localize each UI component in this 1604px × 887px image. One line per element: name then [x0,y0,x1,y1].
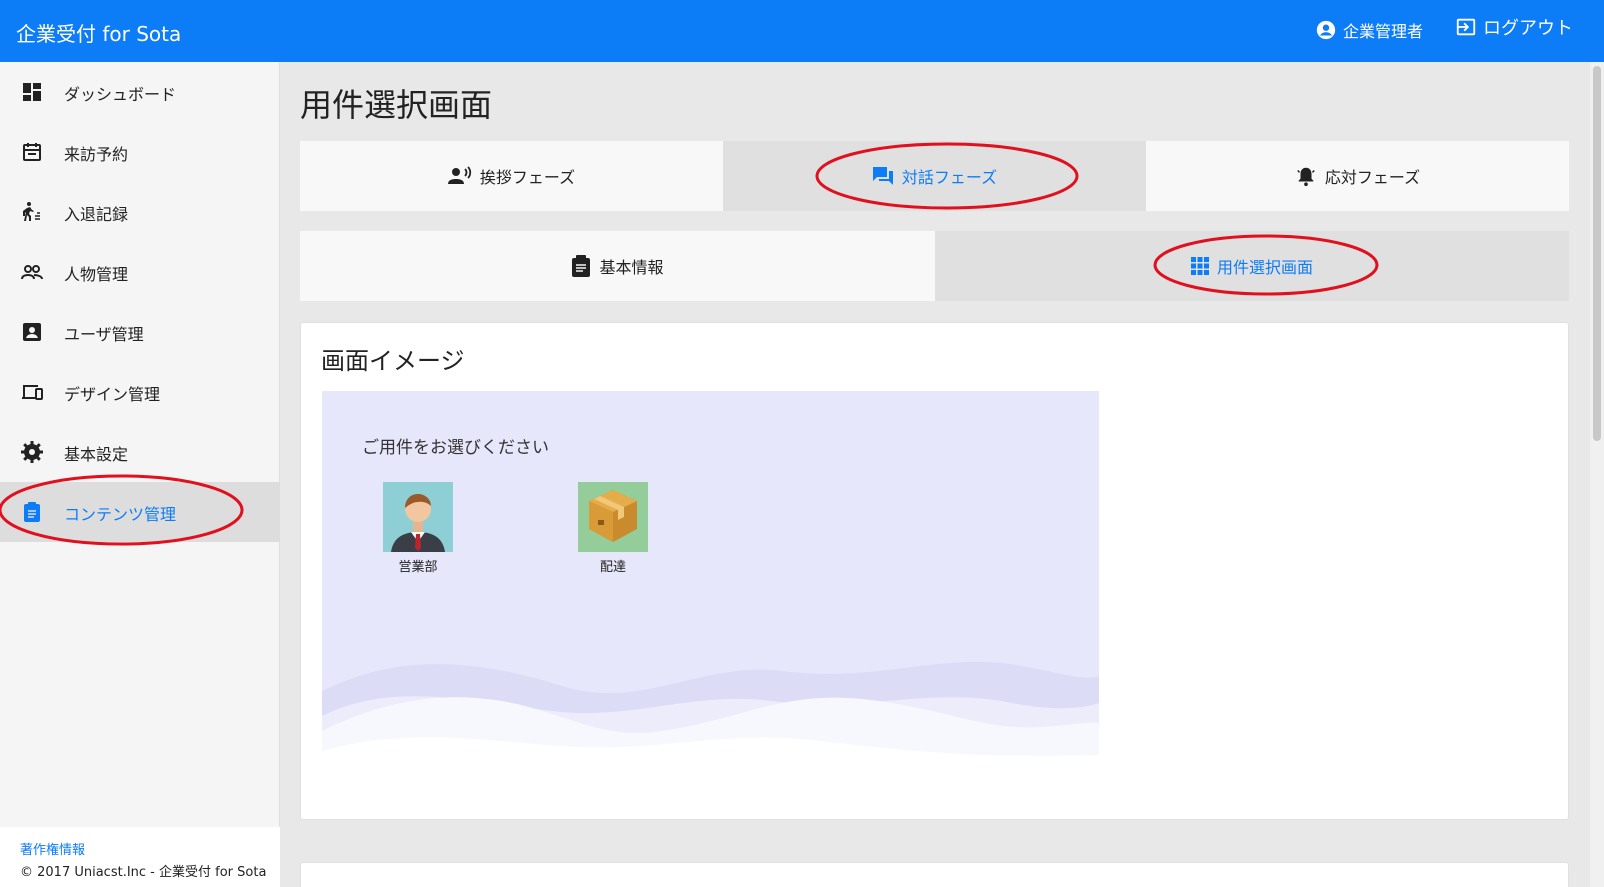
clipboard-icon [572,255,591,277]
account-box-icon [23,323,41,341]
businessman-icon [383,482,453,552]
sidebar-item-label: コンテンツ管理 [64,505,177,524]
speaking-person-icon [447,166,472,184]
sidebar-item-label: 基本設定 [64,445,129,464]
dashboard-icon [23,83,41,101]
tab-label: 基本情報 [599,258,664,277]
sub-tabs: 基本情報 用件選択画面 [300,231,1569,301]
top-app-bar: 企業受付 for Sota 企業管理者 ログアウト [0,0,1604,62]
sidebar-item-dashboard[interactable]: ダッシュボード [0,62,280,122]
copyright-link[interactable]: 著作権情報 [20,839,85,858]
logout-label: ログアウト [1483,18,1573,39]
bell-icon [1297,167,1315,187]
preview-question: ご用件をお選びください [362,438,549,458]
user-name: 企業管理者 [1343,22,1424,41]
app-brand[interactable]: 企業受付 for Sota [16,18,181,47]
tab-greeting-phase[interactable]: 挨拶フェーズ [300,141,723,211]
scrollbar-thumb[interactable] [1593,66,1601,441]
sidebar-item-label: 来訪予約 [64,145,129,164]
sidebar-item-design[interactable]: デザイン管理 [0,362,280,422]
gear-icon [21,441,43,463]
sidebar-footer: 著作権情報 © 2017 Uniacst.Inc - 企業受付 for Sota [0,827,280,887]
people-icon [21,265,43,280]
phase-tabs: 挨拶フェーズ 対話フェーズ 応対フェーズ [300,141,1569,211]
calendar-icon [23,143,41,161]
sidebar-item-content[interactable]: コンテンツ管理 [0,482,280,542]
tab-label: 用件選択画面 [1216,258,1313,277]
sidebar-item-people[interactable]: 人物管理 [0,242,280,302]
card-title: 画面イメージ [321,347,465,375]
page-scrollbar[interactable] [1590,62,1604,887]
tab-dialogue-phase[interactable]: 対話フェーズ [723,141,1146,211]
sidebar-item-label: 入退記録 [64,205,129,224]
tab-purpose-selection[interactable]: 用件選択画面 [935,231,1569,301]
tab-label: 挨拶フェーズ [479,168,576,187]
sidebar-item-label: ダッシュボード [64,85,177,104]
sidebar-item-label: デザイン管理 [64,385,161,404]
option-label: 配達 [599,560,626,575]
sidebar-item-label: 人物管理 [64,265,129,284]
tab-label: 応対フェーズ [1324,168,1421,187]
wave-decoration [322,661,1099,801]
sidebar-item-settings[interactable]: 基本設定 [0,422,280,482]
screen-image-card: 画面イメージ ご用件をお選びください 営業部 配達 [300,322,1569,820]
sidebar-item-users[interactable]: ユーザ管理 [0,302,280,362]
grid-icon [1190,257,1209,275]
walking-icon [23,202,40,221]
devices-icon [22,385,43,400]
user-menu[interactable]: 企業管理者 [1315,18,1423,42]
tab-response-phase[interactable]: 応対フェーズ [1146,141,1569,211]
screen-preview: ご用件をお選びください 営業部 配達 [322,391,1099,801]
copyright-text: © 2017 Uniacst.Inc - 企業受付 for Sota [20,865,267,880]
option-sales[interactable]: 営業部 [383,482,453,575]
clipboard-icon [24,502,40,522]
settings-card [300,862,1569,887]
logout-button[interactable]: ログアウト [1455,14,1573,40]
sidebar-item-entry-log[interactable]: 入退記録 [0,182,280,242]
option-label: 営業部 [398,560,438,575]
account-circle-icon [1316,20,1336,40]
option-delivery[interactable]: 配達 [578,482,648,575]
sidebar: ダッシュボード 来訪予約 入退記録 人物管理 ユーザ管理 デザイン管理 基本設定… [0,62,280,887]
tab-label: 対話フェーズ [901,168,998,187]
chat-icon [872,167,893,185]
sidebar-item-label: ユーザ管理 [64,325,144,344]
package-icon [578,482,648,552]
logout-icon [1456,18,1476,36]
tab-basic-info[interactable]: 基本情報 [300,231,935,301]
sidebar-item-visit-reservation[interactable]: 来訪予約 [0,122,280,182]
page-title: 用件選択画面 [300,86,493,124]
